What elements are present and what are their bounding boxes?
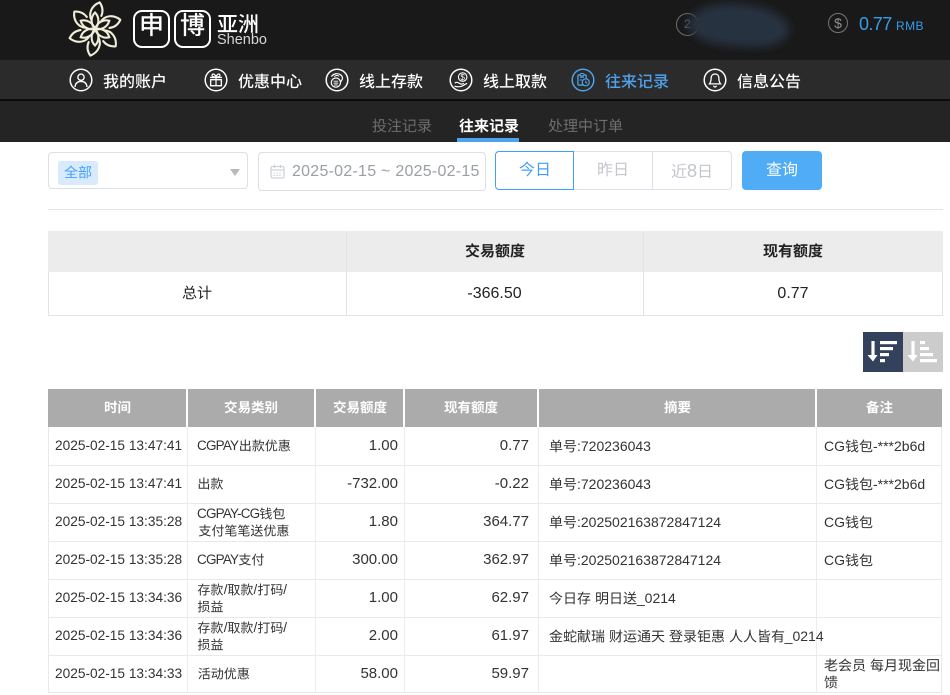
- svg-text:$: $: [460, 73, 465, 82]
